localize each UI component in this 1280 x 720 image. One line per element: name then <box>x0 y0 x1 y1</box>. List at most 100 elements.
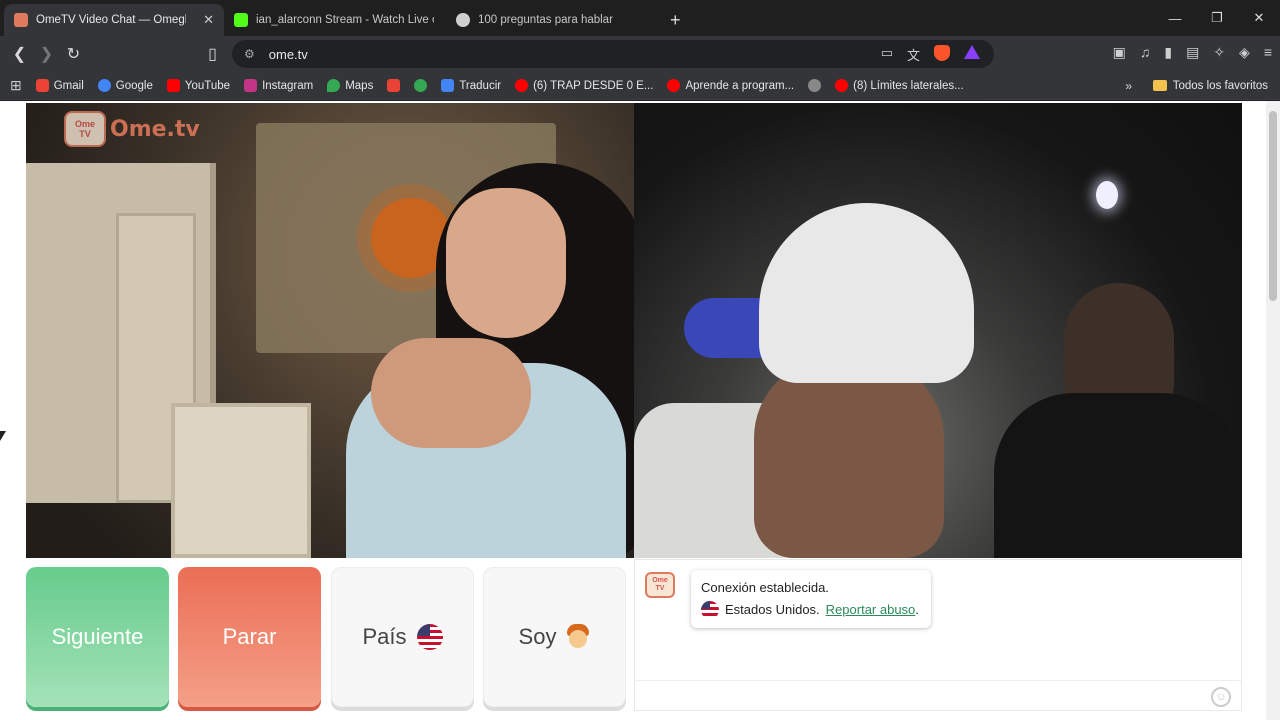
bookmark-youtube[interactable]: YouTube <box>166 79 231 92</box>
logo-text: Ome.tv <box>110 116 200 142</box>
video-person <box>446 188 566 338</box>
bookmark-label: Aprende a program... <box>685 79 795 92</box>
back-icon[interactable]: ❮ <box>6 40 33 68</box>
gender-button[interactable]: Soy <box>483 567 626 707</box>
logo-badge-bottom: TV <box>655 585 665 592</box>
brave-rewards-icon[interactable] <box>964 45 980 59</box>
partner-country: Estados Unidos. <box>725 602 820 617</box>
vpn-icon[interactable]: ◈ <box>1239 44 1250 61</box>
bookmark-instagram[interactable]: Instagram <box>244 79 313 92</box>
ometv-icon <box>14 13 28 27</box>
bookmark-label: YouTube <box>184 79 231 92</box>
brave-shields-icon[interactable] <box>934 45 950 61</box>
chatgpt-icon <box>456 13 470 27</box>
browser-toolbar: ❮ ❯ ↻ ▯ ⚙ ome.tv ▭ 文 ▣ ♫ ▮ ▤ ✧ ◈ ≡ <box>0 36 1280 72</box>
us-flag-icon <box>416 624 443 650</box>
chrome-icon <box>414 79 428 92</box>
wallet-icon[interactable]: ▤ <box>1186 44 1199 61</box>
ometv-logo: Ome TV Ome.tv <box>64 111 200 147</box>
stop-button[interactable]: Parar <box>178 567 321 707</box>
country-button[interactable]: País <box>331 567 474 707</box>
bookmark-label: Traducir <box>459 79 502 92</box>
country-label: País <box>362 624 407 649</box>
emoji-icon[interactable]: ☺ <box>1211 687 1231 707</box>
bookmark-google[interactable]: Google <box>97 79 153 92</box>
bookmark-icon[interactable]: ▯ <box>199 40 226 68</box>
video-person <box>759 203 974 383</box>
translate-icon[interactable]: 文 <box>907 45 920 64</box>
address-bar-icons: ▭ 文 <box>881 45 980 64</box>
bookmark-maps[interactable]: Maps <box>327 79 373 92</box>
logo-badge-top: Ome <box>652 577 668 584</box>
ometv-chat-logo-icon: Ome TV <box>645 572 675 598</box>
report-abuse-link[interactable]: Reportar abuso <box>826 602 916 617</box>
bookmark-trap[interactable]: (6) TRAP DESDE 0 E... <box>515 79 653 92</box>
menu-icon[interactable]: ≡ <box>1264 44 1272 61</box>
tab-ometv[interactable]: OmeTV Video Chat — Omegl ✕ <box>4 4 224 36</box>
next-label: Siguiente <box>51 624 144 649</box>
media-icon[interactable]: ♫ <box>1140 44 1151 61</box>
bookmark-globe[interactable] <box>808 79 822 92</box>
minimize-icon[interactable]: — <box>1154 0 1196 36</box>
all-favorites-folder[interactable]: Todos los favoritos <box>1152 79 1268 92</box>
video-person <box>754 358 944 558</box>
next-button[interactable]: Siguiente <box>26 567 169 707</box>
toolbar-right-icons: ▣ ♫ ▮ ▤ ✧ ◈ ≡ <box>1113 44 1272 61</box>
bookmarks-bar: ⊞ Gmail Google YouTube Instagram Maps Tr… <box>0 72 1280 100</box>
leo-icon[interactable]: ✧ <box>1213 44 1225 61</box>
google-icon <box>97 79 111 92</box>
forward-icon[interactable]: ❯ <box>33 40 60 68</box>
video-scene <box>1096 181 1118 209</box>
screenshot-icon[interactable]: ▣ <box>1113 44 1126 61</box>
local-video: Ome TV Ome.tv <box>26 103 634 558</box>
youtube-icon <box>166 79 180 92</box>
site-info-icon[interactable]: ⚙ <box>244 47 255 61</box>
maps-icon <box>327 79 341 92</box>
bookmark-label: (6) TRAP DESDE 0 E... <box>533 79 654 92</box>
report-suffix: . <box>915 602 919 617</box>
bookmark-chrome[interactable] <box>414 79 428 92</box>
mouse-cursor-icon <box>0 431 6 441</box>
video-scene <box>171 403 311 558</box>
sidebar-icon[interactable]: ▮ <box>1164 44 1172 61</box>
tab-kick[interactable]: ian_alarconn Stream - Watch Live on <box>224 4 446 36</box>
gmail-icon <box>35 79 49 92</box>
close-window-icon[interactable]: ✕ <box>1238 0 1280 36</box>
new-tab-button[interactable]: + <box>670 4 681 36</box>
bookmark-aprende[interactable]: Aprende a program... <box>667 79 794 92</box>
bookmark-label: Maps <box>345 79 374 92</box>
chat-panel: Ome TV Conexión establecida. Estados Uni… <box>634 559 1242 711</box>
more-bookmarks-icon[interactable]: » <box>1125 79 1132 93</box>
restore-icon[interactable]: ❐ <box>1196 0 1238 36</box>
youtube-icon <box>835 79 849 92</box>
tab-title: 100 preguntas para hablar <box>478 14 613 26</box>
system-message: Conexión establecida. Estados Unidos. Re… <box>691 570 931 628</box>
bookmark-limites[interactable]: (8) Límites laterales... <box>835 79 964 92</box>
globe-icon <box>808 79 822 92</box>
window-controls: — ❐ ✕ <box>1154 0 1280 36</box>
kick-icon <box>234 13 248 27</box>
all-favorites-label: Todos los favoritos <box>1172 79 1268 92</box>
ometv-logo-badge: Ome TV <box>64 111 106 147</box>
close-tab-icon[interactable]: ✕ <box>203 12 214 28</box>
bookmark-label: Google <box>115 79 153 92</box>
tab-chatgpt[interactable]: 100 preguntas para hablar <box>446 4 656 36</box>
remote-video <box>634 103 1242 558</box>
tab-title: ian_alarconn Stream - Watch Live on <box>256 14 434 26</box>
bookmark-gmail[interactable]: Gmail <box>35 79 84 92</box>
youtube-icon <box>667 79 681 92</box>
chat-input[interactable]: ☺ <box>635 680 1241 712</box>
cast-icon[interactable]: ▭ <box>881 45 893 64</box>
reload-icon[interactable]: ↻ <box>60 40 87 68</box>
apps-grid-icon[interactable]: ⊞ <box>10 77 22 94</box>
scrollbar-thumb[interactable] <box>1269 111 1277 301</box>
page-scrollbar[interactable] <box>1266 101 1280 720</box>
boy-face-icon <box>566 624 590 650</box>
address-bar[interactable]: ⚙ ome.tv ▭ 文 <box>232 40 994 68</box>
logo-badge-bottom: TV <box>79 129 91 139</box>
bookmark-gmail-2[interactable] <box>387 79 401 92</box>
bookmark-traducir[interactable]: Traducir <box>441 79 501 92</box>
tab-title: OmeTV Video Chat — Omegl <box>36 14 186 26</box>
connection-status: Conexión establecida. <box>701 580 829 595</box>
translate-icon <box>441 79 455 92</box>
